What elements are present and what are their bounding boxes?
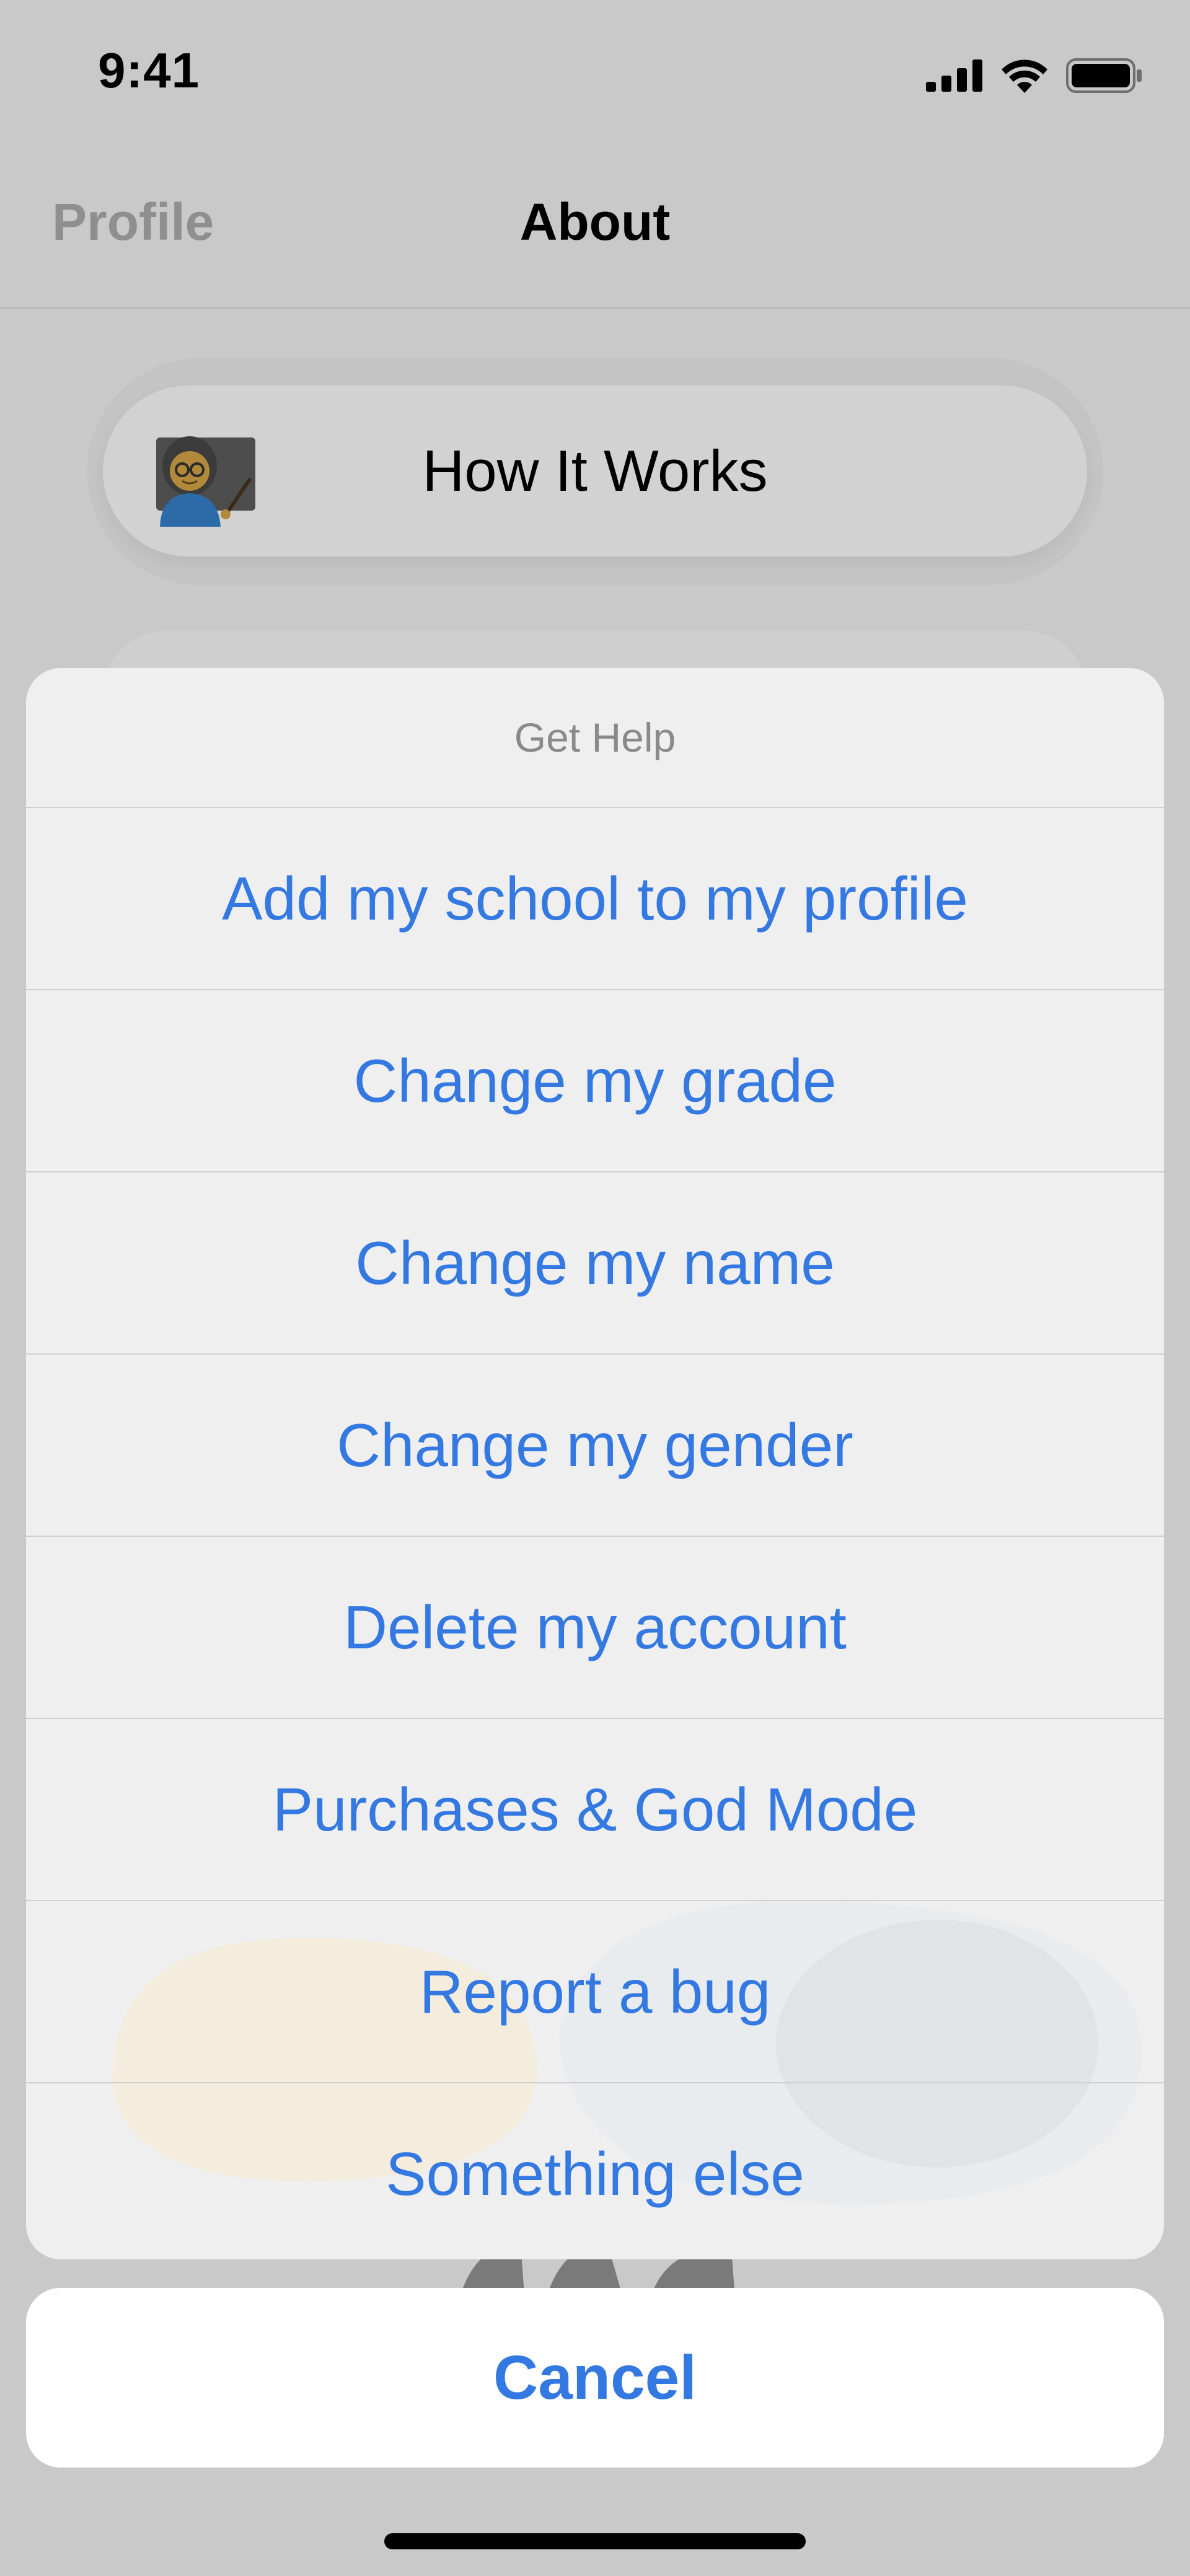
cellular-signal-icon	[926, 59, 982, 92]
option-label: Change my gender	[337, 1410, 853, 1479]
home-indicator[interactable]	[384, 2533, 806, 2549]
option-label: Report a bug	[419, 1957, 771, 2026]
option-label: Change my name	[355, 1228, 835, 1297]
how-it-works-label: How It Works	[422, 438, 768, 503]
option-label: Delete my account	[343, 1593, 847, 1661]
sheet-title-text: Get Help	[514, 714, 676, 760]
option-delete-account[interactable]: Delete my account	[26, 1537, 1164, 1719]
option-label: Add my school to my profile	[222, 864, 968, 933]
option-change-gender[interactable]: Change my gender	[26, 1355, 1164, 1537]
status-bar: 9:41	[0, 0, 1190, 143]
status-icons	[926, 57, 1143, 94]
wifi-icon	[1002, 59, 1047, 93]
get-help-action-sheet: Get Help Add my school to my profile Cha…	[26, 668, 1164, 2259]
sheet-title: Get Help	[26, 668, 1164, 808]
option-label: Purchases & God Mode	[272, 1775, 918, 1844]
status-time: 9:41	[98, 43, 200, 98]
option-change-grade[interactable]: Change my grade	[26, 990, 1164, 1172]
option-purchases-god-mode[interactable]: Purchases & God Mode	[26, 1719, 1164, 1901]
option-add-school[interactable]: Add my school to my profile	[26, 808, 1164, 990]
option-report-bug[interactable]: Report a bug	[26, 1901, 1164, 2083]
tab-about[interactable]: About	[0, 192, 1190, 252]
option-label: Change my grade	[353, 1046, 837, 1115]
cancel-button[interactable]: Cancel	[26, 2288, 1164, 2468]
how-it-works-card[interactable]: How It Works	[103, 385, 1087, 556]
nav-bar: Profile About	[0, 161, 1190, 309]
cancel-label: Cancel	[493, 2342, 697, 2412]
battery-icon	[1066, 58, 1142, 93]
option-change-name[interactable]: Change my name	[26, 1172, 1164, 1355]
option-something-else[interactable]: Something else	[26, 2083, 1164, 2259]
option-label: Something else	[386, 2139, 804, 2208]
